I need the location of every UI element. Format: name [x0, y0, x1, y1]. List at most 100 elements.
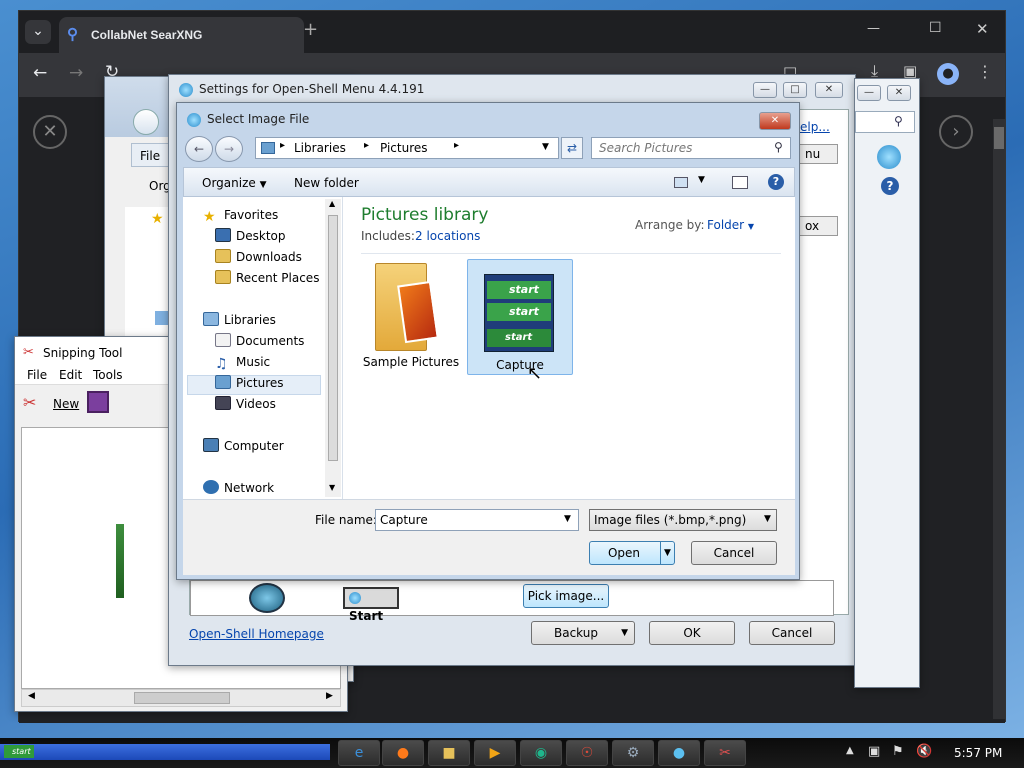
- nav-network[interactable]: Network: [203, 478, 274, 499]
- nav-recent-places[interactable]: Recent Places: [215, 268, 319, 289]
- nav-libraries[interactable]: Libraries: [203, 310, 276, 331]
- nav-computer[interactable]: Computer: [203, 436, 284, 457]
- dialog-cancel-button[interactable]: Cancel: [691, 541, 777, 565]
- filetype-dropdown-icon: ▼: [764, 514, 771, 524]
- breadcrumb-pictures[interactable]: Pictures: [380, 141, 428, 155]
- scrollbar-thumb[interactable]: [328, 215, 338, 461]
- taskbar-shell-icon[interactable]: ●: [658, 740, 700, 766]
- menu-tools[interactable]: Tools: [93, 368, 123, 382]
- nav-videos[interactable]: Videos: [215, 394, 276, 415]
- view-dropdown-icon[interactable]: ▼: [698, 175, 705, 185]
- new-folder-button[interactable]: New folder: [294, 176, 359, 190]
- taskbar-media-icon[interactable]: ▶: [474, 740, 516, 766]
- settings-minimize-button[interactable]: —: [753, 82, 777, 98]
- homepage-link[interactable]: Open-Shell Homepage: [189, 627, 324, 641]
- snipping-new-button[interactable]: ✂ New: [23, 391, 83, 417]
- help-icon[interactable]: ?: [881, 177, 899, 195]
- pick-image-button[interactable]: Pick image...: [523, 584, 609, 608]
- tray-flag-icon[interactable]: ⚑: [892, 744, 904, 759]
- organize-button[interactable]: Organize ▼: [202, 176, 267, 190]
- includes-locations-link[interactable]: 2 locations: [415, 229, 480, 243]
- tray-network-icon[interactable]: ▣: [868, 744, 880, 759]
- taskbar-control-panel-icon[interactable]: ⚙: [612, 740, 654, 766]
- edge-close-button[interactable]: ✕: [887, 85, 911, 101]
- filename-input[interactable]: Capture ▼: [375, 509, 579, 531]
- taskbar-explorer-icon[interactable]: ■: [428, 740, 470, 766]
- settings-close-button[interactable]: ✕: [815, 82, 843, 98]
- settings-cancel-button[interactable]: Cancel: [749, 621, 835, 645]
- help-icon[interactable]: ?: [768, 174, 784, 190]
- back-arrow-icon[interactable]: ←: [33, 63, 47, 83]
- star-icon: ★: [151, 211, 164, 227]
- explorer-back-button[interactable]: [133, 109, 159, 135]
- close-button[interactable]: ✕: [976, 20, 989, 38]
- breadcrumb-libraries[interactable]: Libraries: [294, 141, 346, 155]
- sample-pictures-folder[interactable]: Sample Pictures: [361, 259, 461, 371]
- nav-label: Documents: [236, 334, 305, 348]
- nav-downloads[interactable]: Downloads: [215, 247, 302, 268]
- backup-button[interactable]: Backup ▼: [531, 621, 635, 645]
- scrollbar-thumb[interactable]: [994, 127, 1004, 149]
- back-button[interactable]: ←: [185, 136, 213, 162]
- menu-edit[interactable]: Edit: [59, 368, 82, 382]
- start-button[interactable]: start: [0, 744, 330, 760]
- nav-music[interactable]: ♫ Music: [215, 352, 270, 373]
- settings-maximize-button[interactable]: □: [783, 82, 807, 98]
- next-circle-icon[interactable]: ›: [939, 115, 973, 149]
- ok-button[interactable]: OK: [649, 621, 735, 645]
- search-box[interactable]: Search Pictures ⚲: [591, 137, 791, 159]
- tray-expand-icon[interactable]: ▲: [846, 745, 854, 756]
- scroll-up-icon[interactable]: ▲: [329, 199, 335, 208]
- taskbar-snipping-icon[interactable]: ✂: [704, 740, 746, 766]
- nav-documents[interactable]: Documents: [215, 331, 304, 352]
- preview-pane-icon[interactable]: [732, 176, 748, 189]
- taskbar-ie-icon[interactable]: e: [338, 740, 380, 766]
- nav-scrollbar[interactable]: ▲ ▼: [325, 199, 341, 497]
- menu-file[interactable]: File: [27, 368, 47, 382]
- forward-arrow-icon[interactable]: →: [69, 63, 83, 83]
- filetype-select[interactable]: Image files (*.bmp,*.png) ▼: [589, 509, 777, 531]
- browser-tab[interactable]: ⚲ CollabNet SearXNG: [59, 17, 304, 53]
- box-fragment[interactable]: ox: [796, 216, 838, 236]
- address-bar[interactable]: ▸ Libraries ▸ Pictures ▸ ▼: [255, 137, 559, 159]
- file-menu[interactable]: File: [131, 143, 171, 167]
- forward-button[interactable]: →: [215, 136, 243, 162]
- scroll-down-icon[interactable]: ▼: [329, 483, 335, 492]
- open-dropdown-icon[interactable]: ▼: [660, 542, 674, 564]
- taskbar-firefox-icon[interactable]: ●: [382, 740, 424, 766]
- minimize-button[interactable]: —: [867, 21, 880, 36]
- capture-file[interactable]: start start start Capture: [467, 259, 573, 375]
- nav-favorites[interactable]: ★ Favorites: [203, 205, 278, 226]
- save-icon[interactable]: [87, 391, 109, 413]
- open-button[interactable]: Open ▼: [589, 541, 675, 565]
- edge-search-box[interactable]: ⚲: [855, 111, 915, 133]
- profile-avatar[interactable]: ●: [937, 63, 959, 85]
- scroll-right-icon[interactable]: ▶: [326, 691, 333, 701]
- dialog-close-button[interactable]: ✕: [759, 112, 791, 130]
- tab-search-dropdown[interactable]: ⌄: [25, 20, 51, 44]
- view-icon[interactable]: [674, 177, 688, 188]
- more-menu-icon[interactable]: ⋮: [977, 62, 993, 81]
- edge-minimize-button[interactable]: —: [857, 85, 881, 101]
- taskbar-chrome-icon[interactable]: ☉: [566, 740, 608, 766]
- tray-volume-icon[interactable]: 🔇: [916, 744, 932, 759]
- menu-fragment[interactable]: nu: [796, 144, 838, 164]
- help-link[interactable]: elp...: [800, 120, 830, 134]
- taskbar-clock[interactable]: 5:57 PM: [954, 746, 1002, 760]
- taskbar-app-icon[interactable]: ◉: [520, 740, 562, 766]
- snipping-h-scrollbar[interactable]: ◀ ▶: [21, 689, 341, 707]
- scrollbar-thumb[interactable]: [134, 692, 230, 704]
- filename-dropdown-icon[interactable]: ▼: [564, 514, 571, 524]
- arrange-by-dropdown[interactable]: Folder ▼: [707, 218, 754, 232]
- new-tab-button[interactable]: +: [303, 19, 318, 40]
- refresh-button[interactable]: ⇄: [561, 137, 583, 159]
- maximize-button[interactable]: ☐: [929, 20, 942, 36]
- nav-desktop[interactable]: Desktop: [215, 226, 286, 247]
- scroll-left-icon[interactable]: ◀: [28, 691, 35, 701]
- thumb-start-row: start: [487, 281, 551, 299]
- page-scrollbar[interactable]: [993, 119, 1005, 719]
- nav-label: Recent Places: [236, 271, 320, 285]
- nav-pictures[interactable]: Pictures: [215, 373, 284, 394]
- close-circle-icon[interactable]: ✕: [33, 115, 67, 149]
- address-dropdown-icon[interactable]: ▼: [542, 142, 549, 152]
